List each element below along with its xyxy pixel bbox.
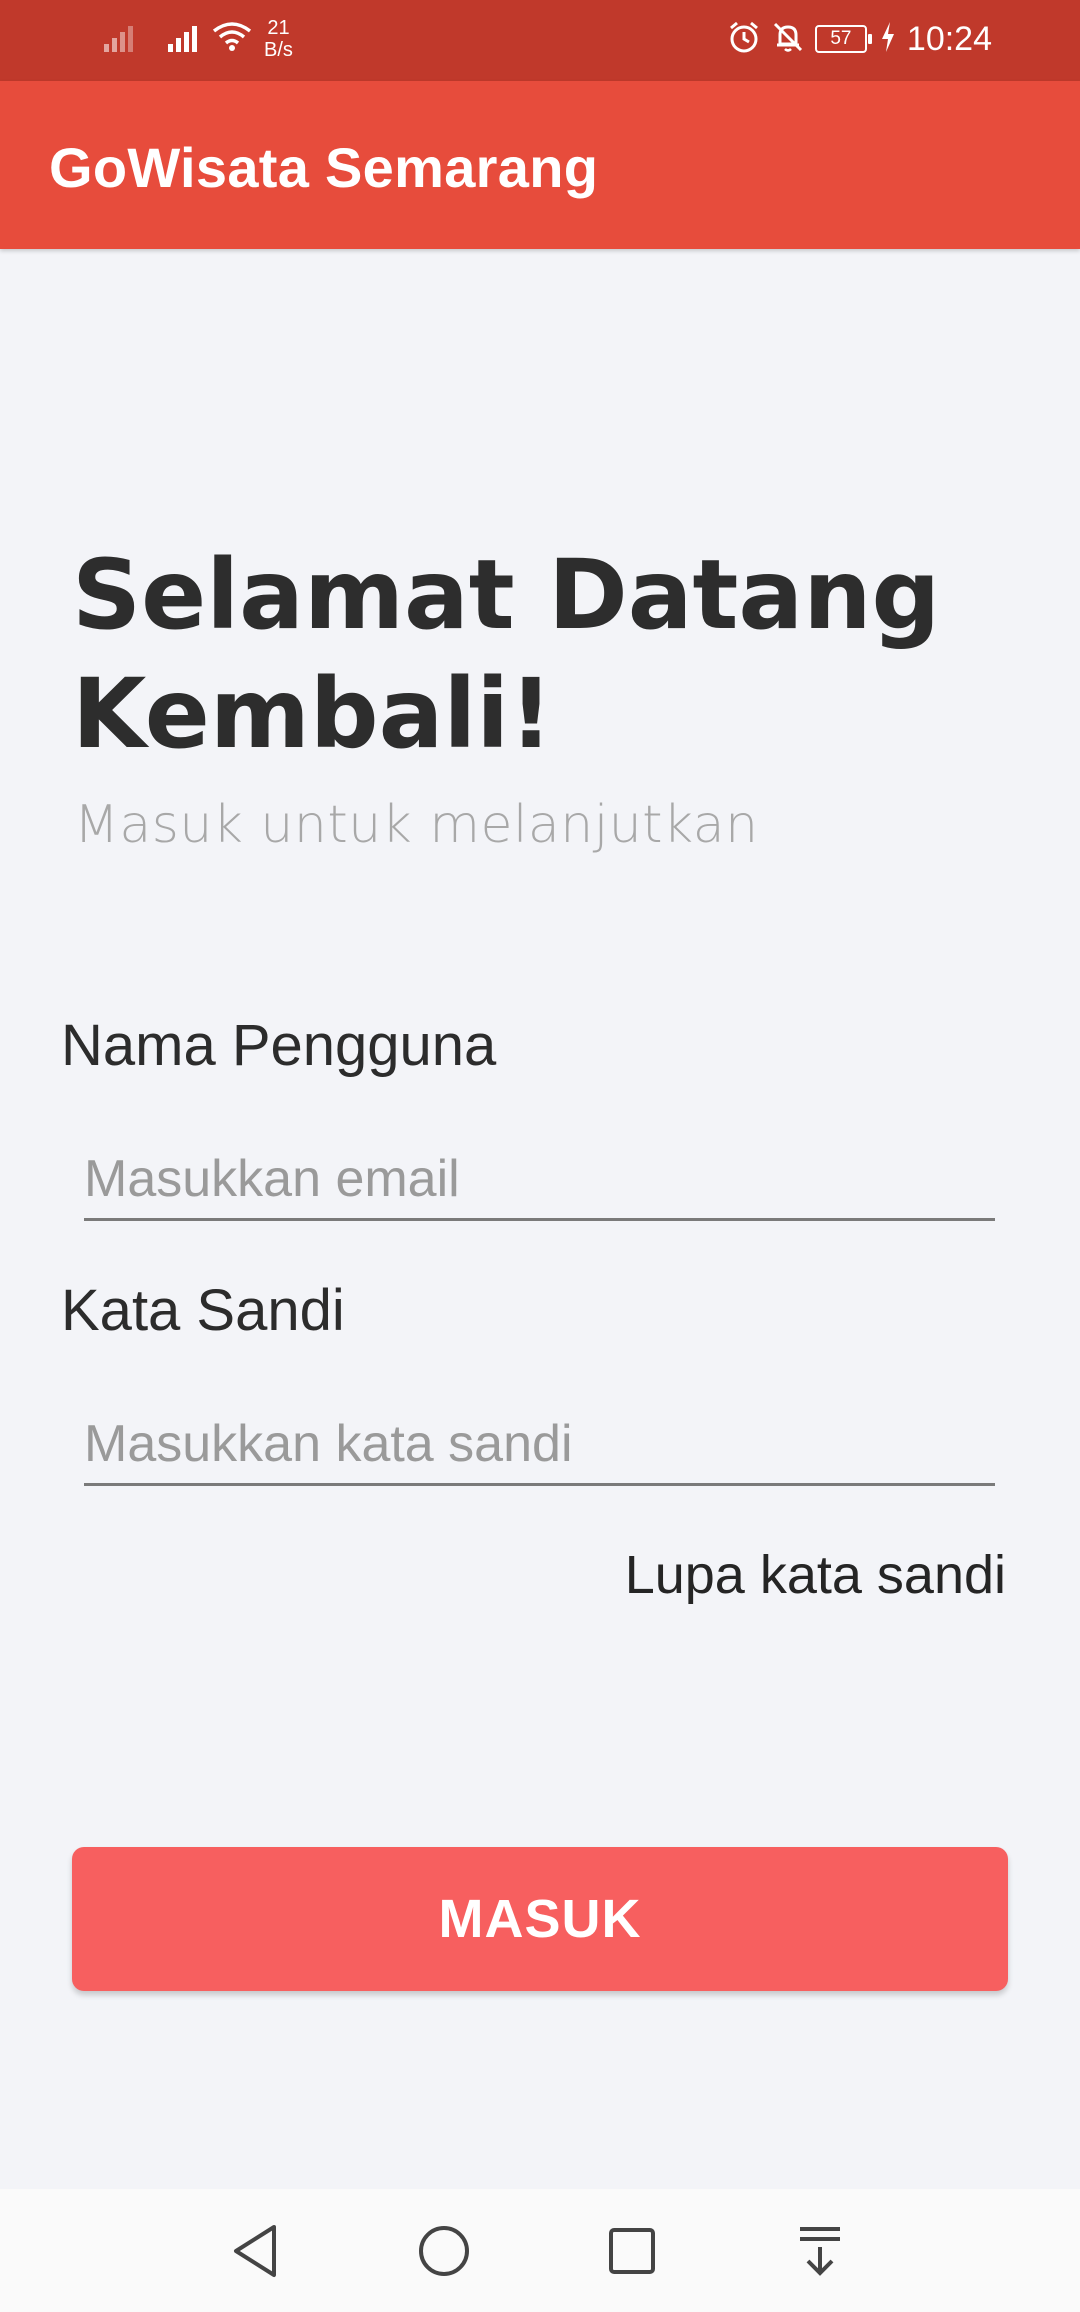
app-title: GoWisata Semarang — [49, 136, 599, 199]
signal-icon — [104, 22, 140, 57]
status-right: 57 10:24 — [727, 14, 992, 64]
welcome-subtitle: Masuk untuk melanjutkan — [74, 795, 759, 855]
app-bar: GoWisata Semarang — [0, 81, 1080, 249]
login-button[interactable]: MASUK — [72, 1847, 1008, 1991]
password-field[interactable] — [84, 1405, 995, 1486]
bell-off-icon — [771, 20, 805, 59]
forgot-password-link[interactable]: Lupa kata sandi — [625, 1544, 1006, 1606]
network-speed-value: 21 — [267, 17, 290, 39]
notification-pull-icon[interactable] — [780, 2211, 860, 2291]
battery-icon: 57 — [814, 25, 872, 53]
battery-level: 57 — [830, 28, 852, 49]
email-field[interactable] — [84, 1140, 995, 1221]
network-speed-unit: B/s — [264, 39, 293, 61]
recent-apps-icon[interactable] — [592, 2211, 672, 2291]
signal-icon — [168, 22, 204, 57]
back-icon[interactable] — [216, 2211, 296, 2291]
alarm-icon — [727, 20, 761, 59]
charging-icon — [881, 21, 895, 57]
password-label: Kata Sandi — [61, 1278, 345, 1343]
network-speed: 21 B/s — [264, 17, 293, 61]
home-icon[interactable] — [404, 2211, 484, 2291]
clock: 10:24 — [906, 19, 992, 58]
status-left: 21 B/s — [104, 14, 293, 64]
welcome-heading: Selamat Datang Kembali! — [72, 539, 941, 770]
wifi-icon — [212, 21, 252, 58]
system-navigation-bar — [0, 2189, 1080, 2312]
username-label: Nama Pengguna — [61, 1013, 497, 1078]
status-bar: 21 B/s 57 10:24 — [0, 0, 1080, 81]
